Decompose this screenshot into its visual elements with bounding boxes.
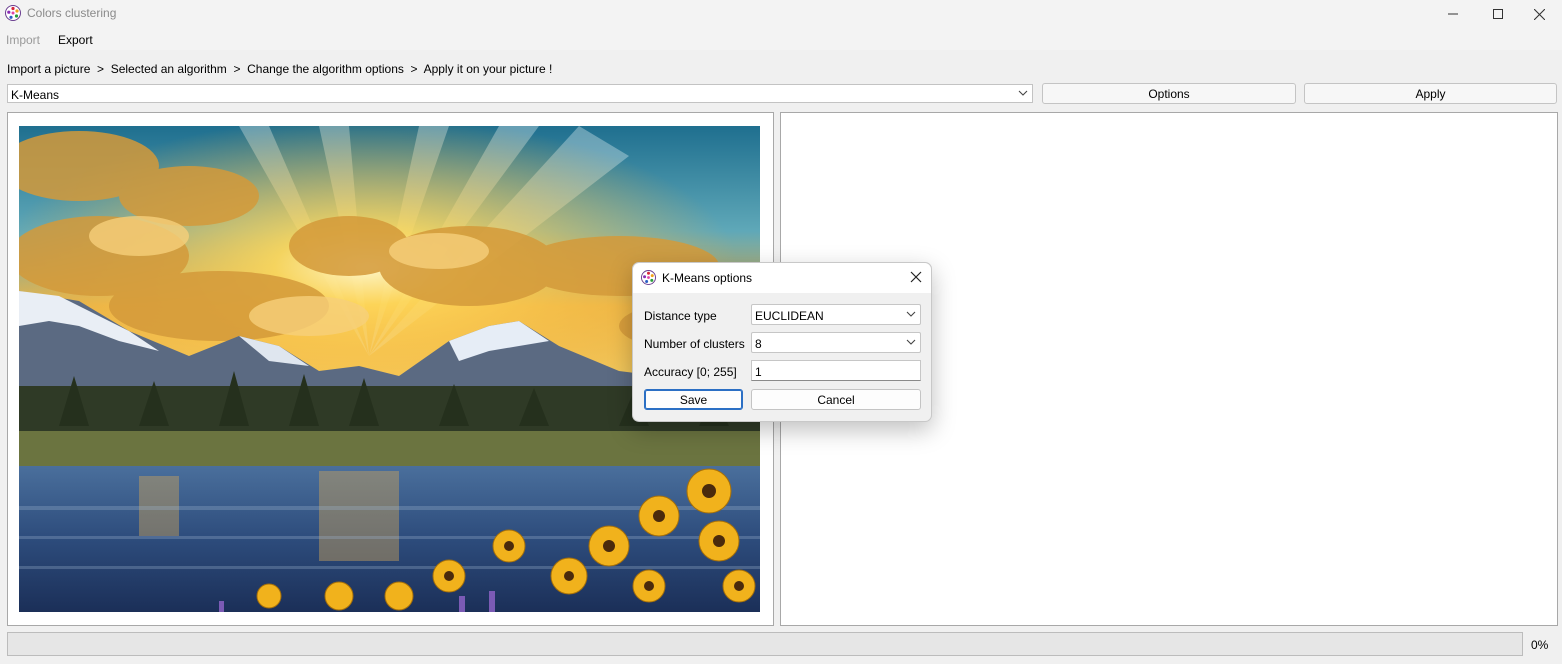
cancel-button[interactable]: Cancel [751,389,921,410]
chevron-down-icon [906,339,916,345]
app-logo-icon [641,270,656,285]
breadcrumb: Import a picture > Selected an algorithm… [7,62,553,76]
close-button[interactable] [1516,0,1562,28]
save-button[interactable]: Save [644,389,743,410]
minimize-icon [1448,13,1458,15]
clusters-label: Number of clusters [644,337,745,351]
maximize-button[interactable] [1475,0,1521,28]
minimize-button[interactable] [1430,0,1476,28]
progress-bar [7,632,1523,656]
accuracy-input[interactable]: 1 [751,360,921,381]
options-button[interactable]: Options [1042,83,1296,104]
dialog-title: K-Means options [662,271,753,285]
close-icon[interactable] [909,270,923,284]
distance-type-label: Distance type [644,309,717,323]
maximize-icon [1493,9,1503,19]
menu-bar: Import Export [0,28,1562,50]
algorithm-select[interactable]: K-Means [7,84,1033,103]
clusters-value: 8 [755,337,762,351]
accuracy-label: Accuracy [0; 255] [644,365,737,379]
clusters-select[interactable]: 8 [751,332,921,353]
dialog-title-bar: K-Means options [633,263,931,293]
progress-text: 0% [1531,638,1549,652]
algorithm-select-value: K-Means [11,88,60,102]
menu-export[interactable]: Export [58,33,93,47]
close-icon [1533,8,1545,20]
distance-type-value: EUCLIDEAN [755,309,824,323]
app-logo-icon [5,5,21,21]
window-title: Colors clustering [27,6,117,20]
title-bar: Colors clustering [0,0,1562,28]
kmeans-options-dialog: K-Means options Distance type EUCLIDEAN … [632,262,932,422]
chevron-down-icon [906,311,916,317]
chevron-down-icon [1018,90,1028,96]
menu-import[interactable]: Import [6,33,40,47]
accuracy-value: 1 [755,365,762,379]
apply-button[interactable]: Apply [1304,83,1557,104]
distance-type-select[interactable]: EUCLIDEAN [751,304,921,325]
